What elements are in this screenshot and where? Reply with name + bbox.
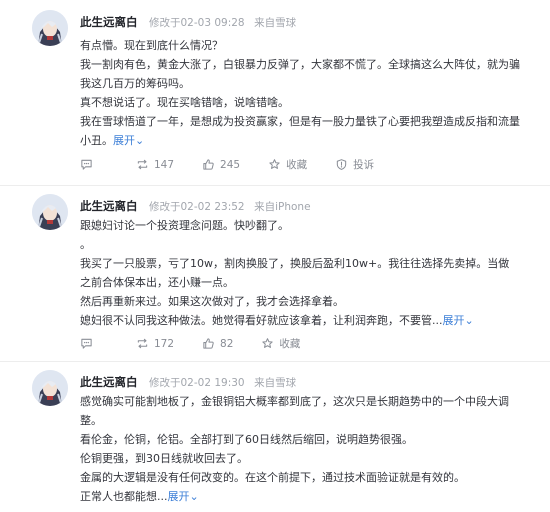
- post-time[interactable]: 修改于02-02 19:30: [149, 377, 245, 389]
- author-name[interactable]: 此生远离白: [80, 15, 138, 29]
- post-line: 我买了一只股票，亏了10w，割肉换股了，换股后盈利10w+。我往往选择先卖掉。当…: [80, 257, 510, 289]
- post-line: 感觉确实可能割地板了，金银铜铝大概率都到底了，这次只是长期趋势中的一个中段大调整…: [80, 395, 509, 427]
- expand-link[interactable]: 展开⌄: [443, 314, 474, 327]
- post-line: 跟媳妇讨论一个投资理念问题。快吵翻了。: [80, 219, 289, 232]
- post-line: 正常人也都能想...展开⌄: [80, 487, 520, 506]
- like-icon: [203, 159, 214, 170]
- author-name[interactable]: 此生远离白: [80, 199, 138, 213]
- favorite-button[interactable]: 收藏: [268, 157, 307, 172]
- post-line-text: 正常人也都能想...: [80, 490, 168, 503]
- status-post: 此生远离白 修改于02-02 19:30 来自雪球 感觉确实可能割地板了，金银铜…: [0, 362, 550, 512]
- post-line-text: 我在雪球悟道了一年，是想成为投资赢家，但是有一股力量铁了心要把我塑造成反指和流量…: [80, 115, 520, 147]
- post-time[interactable]: 修改于02-02 23:52: [149, 201, 245, 213]
- like-icon: [203, 338, 214, 349]
- comment-button[interactable]: [80, 337, 98, 350]
- repost-button[interactable]: 172: [136, 337, 174, 350]
- expand-link-label: 展开: [167, 490, 190, 503]
- post-line: 真不想说话了。现在买啥错啥，说啥错啥。: [80, 96, 289, 109]
- avatar[interactable]: [32, 194, 68, 230]
- expand-link-label: 展开: [442, 314, 465, 327]
- post-body: 跟媳妇讨论一个投资理念问题。快吵翻了。 。 我买了一只股票，亏了10w，割肉换股…: [80, 216, 520, 330]
- post-line: 伦铜更强，到30日线就收回去了。: [80, 452, 248, 465]
- post-meta: 此生远离白 修改于02-02 23:52 来自iPhone: [80, 198, 311, 214]
- post-source: 来自雪球: [254, 377, 297, 389]
- comment-icon: [81, 338, 92, 349]
- status-post: 此生远离白 修改于02-03 09:28 来自雪球 有点懵。现在到底什么情况？ …: [0, 0, 550, 186]
- repost-icon: [137, 159, 148, 170]
- action-bar: 172 82 收藏: [80, 336, 328, 351]
- favorite-label: 收藏: [286, 159, 308, 171]
- chevron-down-icon: ⌄: [135, 134, 145, 147]
- chevron-down-icon: ⌄: [464, 314, 474, 327]
- action-bar: 147 245 收藏 投诉: [80, 157, 402, 172]
- status-feed: 此生远离白 修改于02-03 09:28 来自雪球 有点懵。现在到底什么情况？ …: [0, 0, 550, 512]
- post-line: 我一割肉有色，黄金大涨了，白银暴力反弹了，大家都不慌了。全球搞这么大阵仗，就为骗…: [80, 58, 520, 90]
- star-icon: [269, 159, 280, 169]
- report-label: 投诉: [353, 159, 375, 171]
- post-line: 金属的大逻辑是没有任何改变的。在这个前提下，通过技术面验证就是有效的。: [80, 471, 465, 484]
- repost-count: 147: [154, 158, 175, 171]
- post-body: 感觉确实可能割地板了，金银铜铝大概率都到底了，这次只是长期趋势中的一个中段大调整…: [80, 392, 520, 506]
- comment-button[interactable]: [80, 158, 98, 171]
- author-name[interactable]: 此生远离白: [80, 375, 138, 389]
- post-line: 媳妇很不认同我这种做法。她觉得看好就应该拿着，让利润奔跑，不要管...展开⌄: [80, 311, 520, 330]
- post-source: 来自雪球: [254, 17, 297, 29]
- star-icon: [262, 338, 274, 348]
- favorite-label: 收藏: [279, 338, 301, 350]
- post-line: 然后再重新来过。如果这次做对了，我才会选择拿着。: [80, 295, 344, 308]
- report-icon: [336, 159, 347, 170]
- comment-icon: [81, 159, 92, 170]
- post-source: 来自iPhone: [254, 201, 311, 213]
- like-button[interactable]: 82: [202, 337, 233, 350]
- post-line: 我在雪球悟道了一年，是想成为投资赢家，但是有一股力量铁了心要把我塑造成反指和流量…: [80, 112, 520, 150]
- avatar[interactable]: [32, 10, 68, 46]
- post-line: 。: [80, 238, 91, 251]
- post-line: 有点懵。现在到底什么情况？: [80, 39, 223, 52]
- repost-icon: [137, 338, 148, 349]
- chevron-down-icon: ⌄: [189, 490, 199, 503]
- favorite-button[interactable]: 收藏: [261, 336, 300, 351]
- post-line-text: 媳妇很不认同我这种做法。她觉得看好就应该拿着，让利润奔跑，不要管...: [80, 314, 443, 327]
- repost-count: 172: [154, 337, 175, 350]
- post-line: 看伦金，伦铜，伦铝。全部打到了60日线然后缩回，说明趋势很强。: [80, 433, 413, 446]
- report-button[interactable]: 投诉: [335, 157, 374, 172]
- avatar[interactable]: [32, 370, 68, 406]
- post-body: 有点懵。现在到底什么情况？ 我一割肉有色，黄金大涨了，白银暴力反弹了，大家都不慌…: [80, 36, 520, 150]
- repost-button[interactable]: 147: [136, 158, 174, 171]
- like-button[interactable]: 245: [202, 158, 240, 171]
- like-count: 82: [220, 337, 234, 350]
- status-post: 此生远离白 修改于02-02 23:52 来自iPhone 跟媳妇讨论一个投资理…: [0, 186, 550, 362]
- expand-link-label: 展开: [113, 134, 135, 147]
- post-meta: 此生远离白 修改于02-02 19:30 来自雪球: [80, 374, 296, 390]
- post-time[interactable]: 修改于02-03 09:28: [149, 17, 245, 29]
- expand-link[interactable]: 展开⌄: [113, 134, 144, 147]
- like-count: 245: [220, 158, 241, 171]
- post-meta: 此生远离白 修改于02-03 09:28 来自雪球: [80, 14, 296, 30]
- expand-link[interactable]: 展开⌄: [168, 490, 199, 503]
